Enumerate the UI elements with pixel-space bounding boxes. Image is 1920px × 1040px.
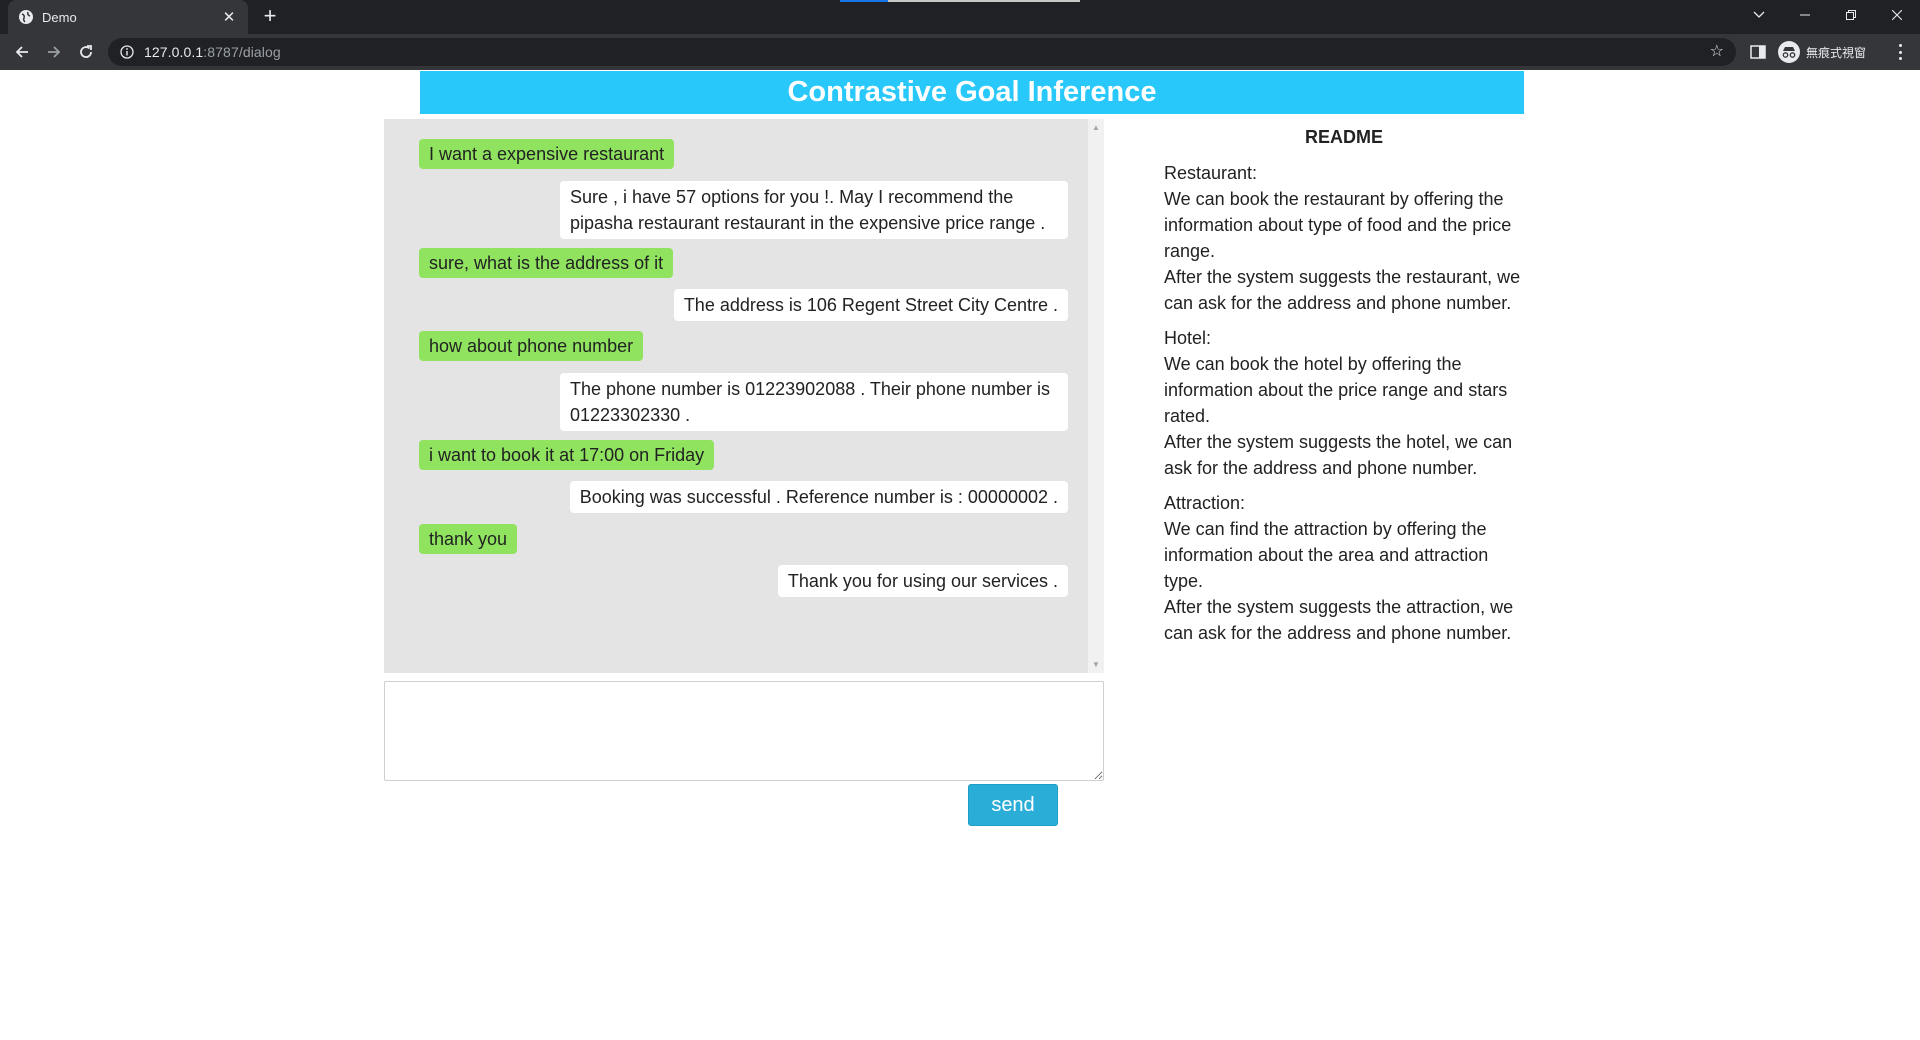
scroll-down-icon[interactable]: ▼ [1088,660,1104,669]
reload-icon[interactable] [72,38,100,66]
tab-search-icon[interactable] [1736,0,1782,30]
tab-loading-indicator [840,0,1080,2]
browser-toolbar: 127.0.0.1:8787/dialog ☆ 無痕式視窗 [0,34,1920,70]
chat-log[interactable]: I want a expensive restaurant Sure , i h… [384,119,1104,673]
readme-section-text: We can book the restaurant by offering t… [1164,189,1512,261]
back-icon[interactable] [8,38,36,66]
chat-scrollbar[interactable]: ▲ ▼ [1088,119,1104,673]
url-text: 127.0.0.1:8787/dialog [144,44,281,60]
side-panel-icon[interactable] [1750,44,1766,60]
bot-message: The address is 106 Regent Street City Ce… [673,289,1068,321]
readme-section-hotel: Hotel: We can book the hotel by offering… [1164,325,1524,481]
minimize-icon[interactable] [1782,0,1828,30]
user-message: sure, what is the address of it [419,248,674,278]
browser-menu-icon[interactable] [1892,44,1908,60]
forward-icon[interactable] [40,38,68,66]
globe-icon [18,9,34,25]
incognito-label: 無痕式視窗 [1806,45,1867,60]
scroll-up-icon[interactable]: ▲ [1088,123,1104,132]
readme-section-heading: Attraction: [1164,493,1246,513]
readme-section-text: We can book the hotel by offering the in… [1164,354,1508,426]
browser-tab-strip: Demo ✕ + [0,0,1920,34]
restore-icon[interactable] [1828,0,1874,30]
user-message: how about phone number [419,331,644,361]
browser-tab[interactable]: Demo ✕ [8,0,248,34]
bot-message: Thank you for using our services . [777,565,1068,597]
user-message: thank you [419,524,518,554]
close-window-icon[interactable] [1874,0,1920,30]
readme-section-text: We can find the attraction by offering t… [1164,519,1489,591]
incognito-icon [1778,41,1800,63]
page-title: Contrastive Goal Inference [420,71,1524,114]
send-button[interactable]: send [968,784,1058,826]
site-info-icon[interactable] [120,45,134,59]
address-bar[interactable]: 127.0.0.1:8787/dialog ☆ [108,38,1736,66]
close-tab-icon[interactable]: ✕ [220,8,238,26]
bot-message: Sure , i have 57 options for you !. May … [560,181,1068,239]
user-message: I want a expensive restaurant [419,139,675,169]
url-path: :8787/dialog [203,44,281,60]
incognito-profile-button[interactable]: 無痕式視窗 [1778,41,1866,63]
readme-section-text: After the system suggests the restaurant… [1164,267,1521,313]
bot-message: The phone number is 01223902088 . Their … [560,373,1068,431]
readme-section-heading: Hotel: [1164,328,1212,348]
readme-section-restaurant: Restaurant: We can book the restaurant b… [1164,160,1524,316]
bookmark-star-icon[interactable]: ☆ [1710,43,1724,61]
user-message: i want to book it at 17:00 on Friday [419,440,715,470]
readme-title: README [1304,127,1383,147]
bot-message: Booking was successful . Reference numbe… [569,481,1068,513]
readme-panel: README Restaurant: We can book the resta… [1164,124,1524,655]
readme-section-heading: Restaurant: [1164,163,1258,183]
message-input[interactable] [384,681,1104,781]
new-tab-icon[interactable]: + [258,5,282,29]
readme-section-text: After the system suggests the hotel, we … [1164,432,1513,478]
tab-title: Demo [42,9,77,25]
readme-section-text: After the system suggests the attraction… [1164,597,1514,643]
window-controls [1736,0,1920,30]
url-host: 127.0.0.1 [144,44,204,60]
readme-section-attraction: Attraction: We can find the attraction b… [1164,490,1524,646]
